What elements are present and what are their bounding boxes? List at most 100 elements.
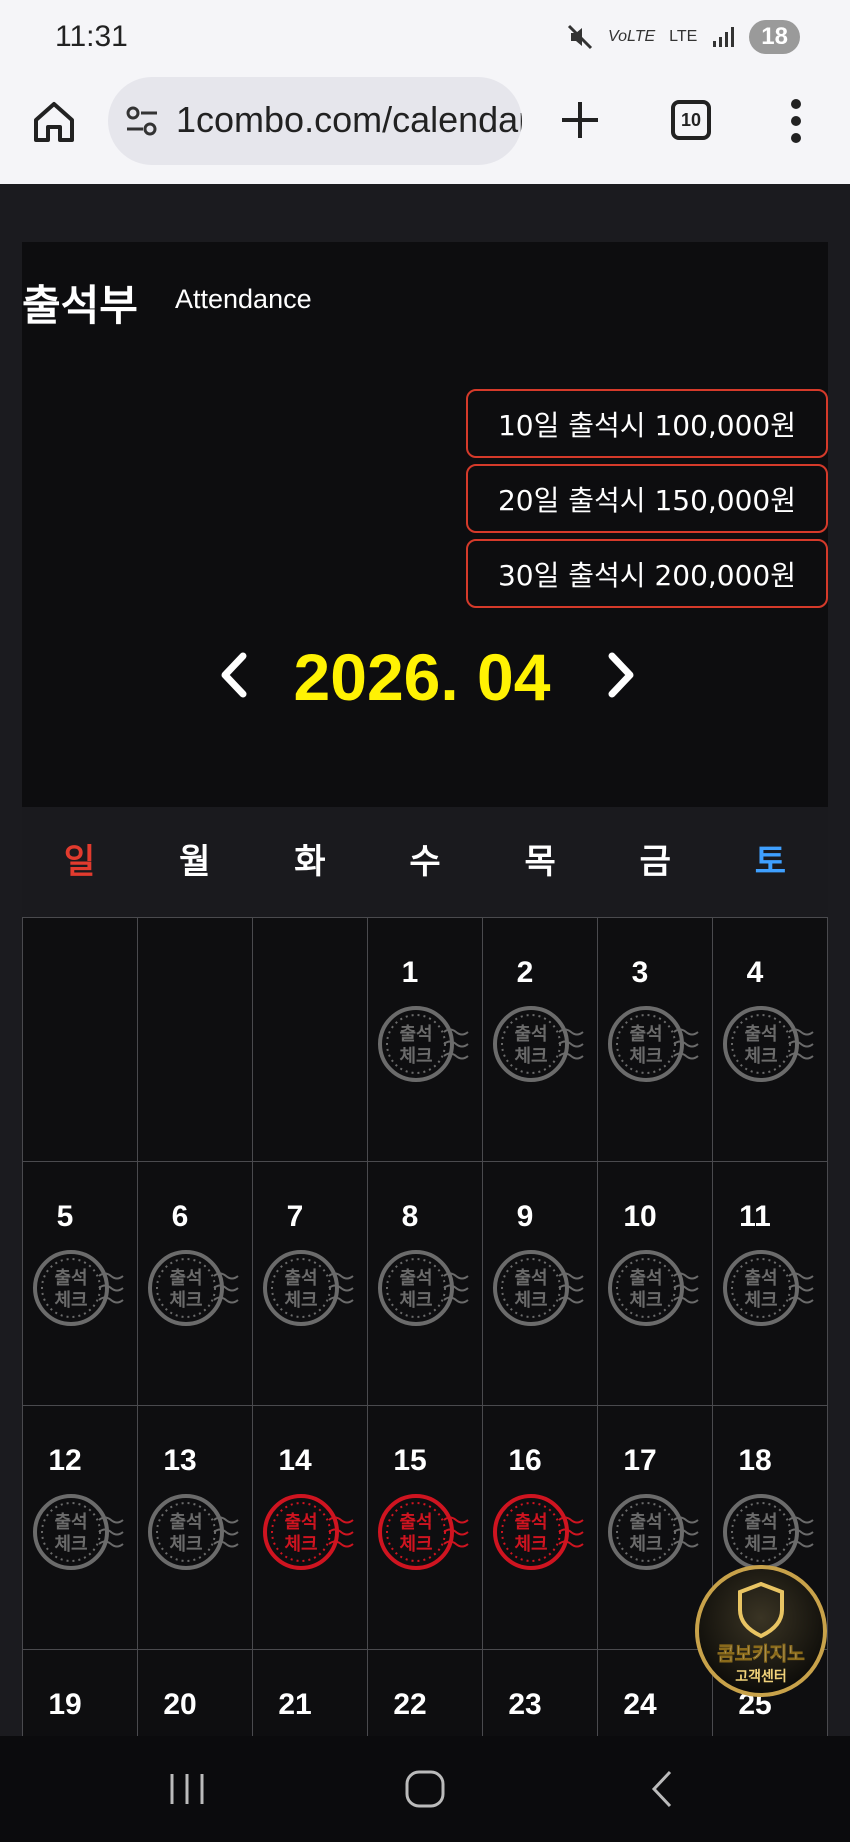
day-number: 6 [171,1200,189,1233]
day-number: 3 [631,956,649,989]
customer-support-badge[interactable]: 콤보카지노 고객센터 [694,1564,828,1698]
attendance-stamp: 출석체크 [608,1006,699,1082]
url-text: 1combo.com/calendar [176,99,522,140]
battery-indicator: 18 [749,20,800,54]
mute-icon [567,24,593,50]
current-month: 2026. 04 [293,640,551,714]
day-cell[interactable]: 8 출석 체크 [368,1162,483,1406]
attendance-stamp: 출석체크 [148,1494,239,1570]
day-cell[interactable]: 6 출석 체크 [138,1162,253,1406]
day-cell[interactable]: 22출석체크 [368,1650,483,1736]
svg-text:출석: 출석 [629,1024,662,1045]
svg-text:체크: 체크 [514,1290,547,1311]
attendance-stamp: 출석체크 [608,1250,699,1326]
day-cell[interactable]: 1 출석 체크 [368,918,483,1162]
badge-subtitle: 고객센터 [735,1668,787,1685]
page-subtitle: Attendance [175,284,312,314]
day-cell[interactable]: 11 출석 체크 [713,1162,828,1406]
day-cell[interactable]: 14 출석 체크 [253,1406,368,1650]
day-cell[interactable]: 13 출석 체크 [138,1406,253,1650]
day-cell[interactable]: 2 출석 체크 [483,918,598,1162]
svg-text:체크: 체크 [629,1046,662,1067]
day-cell[interactable]: 20출석체크 [138,1650,253,1736]
svg-text:체크: 체크 [744,1534,777,1555]
back-icon[interactable] [638,1764,688,1814]
day-cell[interactable]: 19출석체크 [23,1650,138,1736]
browser-toolbar: 1combo.com/calendar 10 [0,72,850,184]
day-number: 4 [746,956,764,989]
attendance-stamp: 출석체크 [723,1494,814,1570]
svg-text:출석: 출석 [54,1268,87,1289]
recent-apps-icon[interactable] [162,1764,212,1814]
svg-text:체크: 체크 [629,1534,662,1555]
next-month-icon[interactable] [600,650,640,700]
day-number: 19 [48,1688,82,1721]
attendance-stamp-checked: 출석체크 [263,1494,354,1570]
day-cell[interactable]: 21출석체크 [253,1650,368,1736]
address-bar[interactable]: 1combo.com/calendar [108,77,522,165]
weekday-header: 일 월 화 수 목 금 토 [22,807,828,917]
day-number: 18 [738,1444,772,1477]
attendance-stamp: 출석체크 [263,1250,354,1326]
svg-text:출석: 출석 [514,1512,547,1533]
weekday-sun: 일 [63,842,96,882]
svg-text:체크: 체크 [514,1046,547,1067]
tab-switcher-button[interactable]: 10 [671,100,711,140]
svg-text:출석: 출석 [284,1268,317,1289]
day-number: 15 [393,1444,427,1477]
day-number: 23 [508,1688,542,1721]
status-time: 11:31 [55,20,128,53]
day-cell[interactable]: 16 출석 체크 [483,1406,598,1650]
attendance-stamp: 출석체크 [33,1250,124,1326]
attendance-panel: 출석부 Attendance 10일 출석시 100,000원 20일 출석시 … [22,242,828,807]
attendance-stamp: 출석체크 [148,1250,239,1326]
attendance-stamp: 출석체크 [33,1494,124,1570]
empty-day-cell [253,918,368,1162]
badge-title: 콤보카지노 [717,1643,804,1665]
weekday-mon: 월 [179,842,211,882]
home-icon[interactable] [30,98,78,146]
attendance-stamp-checked: 출석체크 [493,1494,584,1570]
attendance-stamp: 출석체크 [493,1006,584,1082]
day-cell[interactable]: 12 출석 체크 [23,1406,138,1650]
day-number: 22 [393,1688,427,1721]
weekday-thu: 목 [524,842,556,882]
day-number: 1 [401,956,419,989]
weekday-tue: 화 [294,842,326,882]
more-options-icon[interactable] [782,98,810,144]
volte-icon: VoLTE [608,28,656,45]
reward-20-days: 20일 출석시 150,000원 [466,464,828,533]
weekday-sat: 토 [754,842,787,882]
day-cell[interactable]: 5 출석 체크 [23,1162,138,1406]
page-title: 출석부 [22,281,138,330]
day-number: 12 [48,1444,82,1477]
attendance-stamp: 출석체크 [378,1250,469,1326]
reward-30-days: 30일 출석시 200,000원 [466,539,828,608]
svg-text:체크: 체크 [629,1290,662,1311]
attendance-stamp: 출석체크 [378,1006,469,1082]
day-cell[interactable]: 10 출석 체크 [598,1162,713,1406]
day-number: 9 [516,1200,534,1233]
day-cell[interactable]: 4 출석 체크 [713,918,828,1162]
svg-text:체크: 체크 [54,1534,87,1555]
day-number: 16 [508,1444,542,1477]
svg-text:출석: 출석 [169,1512,202,1533]
prev-month-icon[interactable] [215,650,255,700]
day-cell[interactable]: 15 출석 체크 [368,1406,483,1650]
day-cell[interactable]: 9 출석 체크 [483,1162,598,1406]
day-number: 8 [401,1200,419,1233]
site-settings-icon[interactable] [124,103,160,139]
day-cell[interactable]: 3 출석 체크 [598,918,713,1162]
svg-text:출석: 출석 [744,1512,777,1533]
reward-10-days: 10일 출석시 100,000원 [466,389,828,458]
svg-text:체크: 체크 [744,1046,777,1067]
day-cell[interactable]: 7 출석 체크 [253,1162,368,1406]
day-number: 11 [739,1200,771,1233]
attendance-stamp-checked: 출석체크 [378,1494,469,1570]
svg-text:출석: 출석 [629,1268,662,1289]
svg-text:출석: 출석 [514,1268,547,1289]
day-cell[interactable]: 23출석체크 [483,1650,598,1736]
new-tab-icon[interactable] [558,98,602,142]
svg-text:체크: 체크 [284,1290,317,1311]
home-nav-icon[interactable] [400,1764,450,1814]
